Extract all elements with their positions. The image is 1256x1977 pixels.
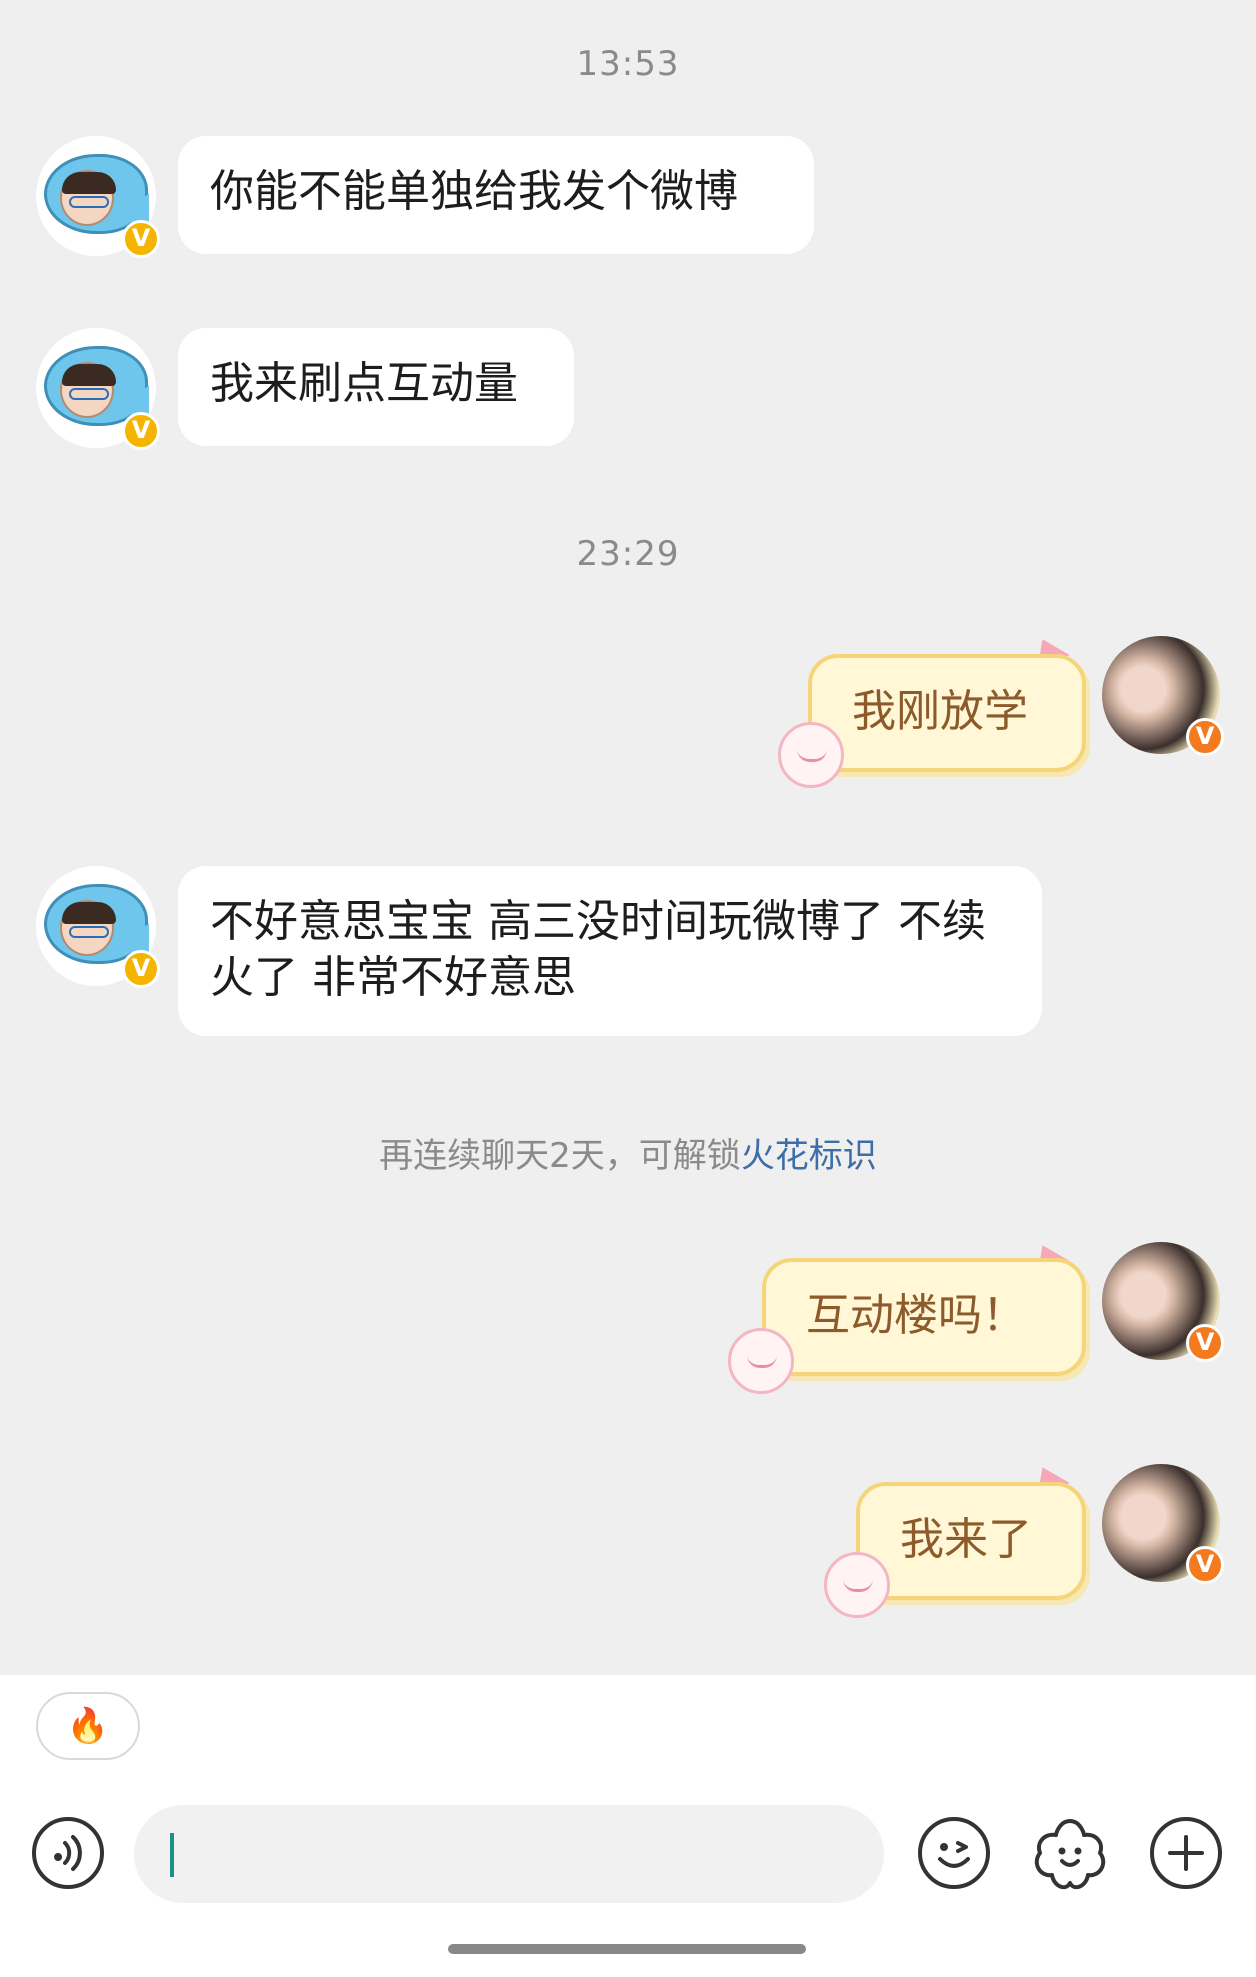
verified-badge-icon: V — [122, 220, 160, 258]
face-photo — [60, 170, 116, 226]
contact-avatar[interactable]: V — [36, 136, 160, 258]
my-message-bubble[interactable]: 互动楼吗！ — [762, 1258, 1086, 1376]
voice-icon[interactable] — [32, 1817, 104, 1889]
my-avatar[interactable]: V — [1102, 1242, 1224, 1362]
bunny-sticker-icon — [778, 722, 844, 788]
verified-badge-icon: V — [122, 950, 160, 988]
home-indicator[interactable] — [448, 1944, 806, 1954]
notice-text: 再连续聊天2天，可解锁 — [379, 1136, 741, 1176]
verified-badge-icon: V — [122, 412, 160, 450]
spark-unlock-notice: 再连续聊天2天，可解锁火花标识 — [0, 1128, 1256, 1177]
bottom-input-bar: 🔥 — [0, 1675, 1256, 1977]
contact-avatar[interactable]: V — [36, 328, 160, 450]
message-bubble[interactable]: 不好意思宝宝 高三没时间玩微博了 不续火了 非常不好意思 — [178, 866, 1042, 1036]
sticker-icon[interactable] — [1030, 1813, 1110, 1893]
text-caret — [170, 1833, 174, 1877]
spark-badge-link[interactable]: 火花标识 — [741, 1136, 877, 1176]
timestamp: 13:53 — [576, 44, 680, 84]
my-avatar[interactable]: V — [1102, 1464, 1224, 1584]
emoji-icon[interactable] — [918, 1817, 990, 1889]
contact-avatar[interactable]: V — [36, 866, 160, 988]
verified-badge-icon: V — [1186, 1546, 1224, 1584]
my-avatar[interactable]: V — [1102, 636, 1224, 756]
bunny-sticker-icon — [824, 1552, 890, 1618]
timestamp: 23:29 — [576, 534, 680, 574]
my-message-bubble[interactable]: 我来了 — [856, 1482, 1086, 1600]
my-message-bubble[interactable]: 我刚放学 — [808, 654, 1086, 772]
message-input[interactable] — [134, 1805, 884, 1903]
message-bubble[interactable]: 你能不能单独给我发个微博 — [178, 136, 814, 254]
popcorn-sticker-icon — [728, 1328, 794, 1394]
plus-icon[interactable] — [1150, 1817, 1222, 1889]
verified-badge-icon: V — [1186, 718, 1224, 756]
chat-area[interactable]: 13:53 V 你能不能单独给我发个微博 V 我来刷点互动量 23:29 我刚放… — [0, 0, 1256, 1675]
message-bubble[interactable]: 我来刷点互动量 — [178, 328, 574, 446]
fire-chip-button[interactable]: 🔥 — [36, 1692, 140, 1760]
verified-badge-icon: V — [1186, 1324, 1224, 1362]
